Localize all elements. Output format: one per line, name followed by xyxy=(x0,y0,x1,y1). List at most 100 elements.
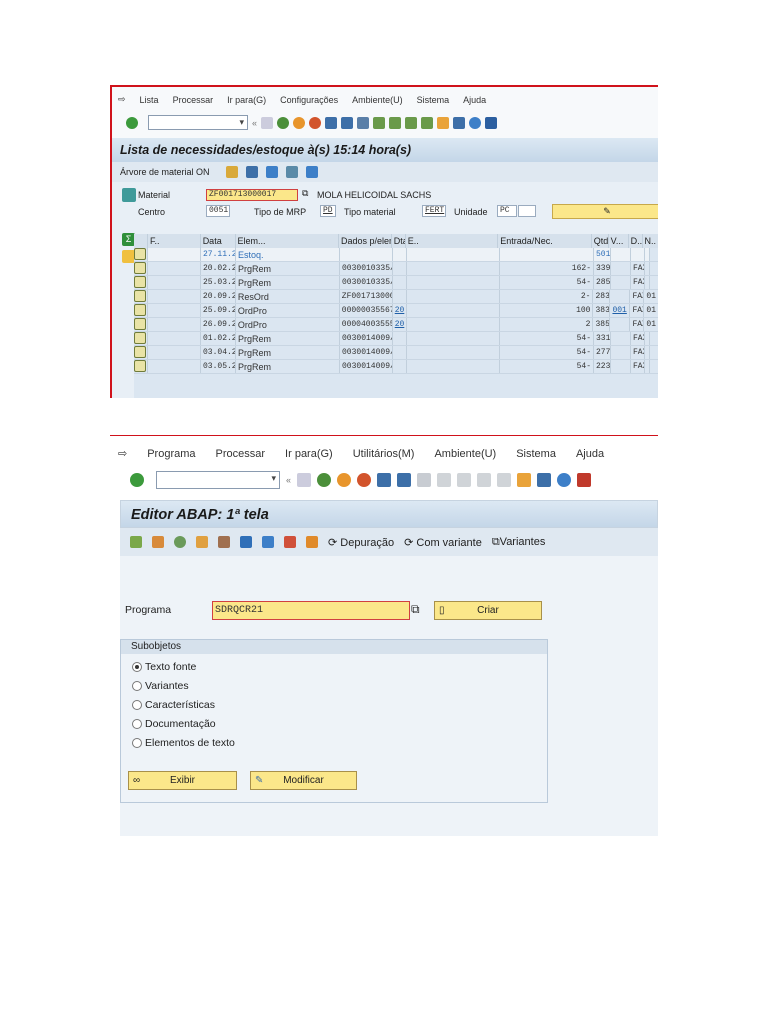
menu-ir-para[interactable]: Ir para(G) xyxy=(285,448,333,460)
exit-icon[interactable] xyxy=(337,473,352,487)
menu-sistema[interactable]: Sistema xyxy=(417,95,450,105)
column-header[interactable]: D... xyxy=(629,234,643,248)
radio-button[interactable] xyxy=(132,680,142,691)
cell-v[interactable] xyxy=(610,318,631,331)
column-header[interactable]: E.. xyxy=(406,234,499,248)
menu-sistema[interactable]: Sistema xyxy=(516,448,556,460)
debug-button[interactable]: ⟳ Depuração xyxy=(328,536,394,549)
back-icon[interactable] xyxy=(277,116,290,129)
collapse-icon[interactable]: « xyxy=(252,118,257,128)
column-header[interactable]: Data xyxy=(201,234,236,248)
menu-exit-icon[interactable]: ⇨ xyxy=(118,94,126,105)
tipo-mrp-field[interactable]: PD xyxy=(320,205,336,217)
rename-icon[interactable] xyxy=(306,536,318,548)
wizard-icon[interactable] xyxy=(152,536,164,548)
enter-icon[interactable] xyxy=(130,473,144,487)
hierarchy-icon[interactable] xyxy=(218,536,230,548)
row-detail-icon[interactable] xyxy=(134,332,148,345)
find-next-icon[interactable] xyxy=(357,116,370,129)
row-detail-icon[interactable] xyxy=(134,290,148,303)
details-icon[interactable] xyxy=(285,166,298,178)
change-button[interactable]: ✎ Modificar xyxy=(250,771,357,790)
table-row[interactable]: 20.02.2022PrgRem0030010335/000005/0.. 162… xyxy=(134,262,658,276)
menu-programa[interactable]: Programa xyxy=(147,448,195,460)
create-button[interactable]: ▯ Criar xyxy=(434,601,542,620)
help-icon[interactable] xyxy=(557,473,572,487)
table-row[interactable]: 03.05.2024PrgRem0030014009/000010/0.. 54-… xyxy=(134,360,658,374)
radio-option[interactable]: Elementos de texto xyxy=(132,733,547,752)
table-row[interactable]: 01.02.2024PrgRem0030014009/000010/0.. 54-… xyxy=(134,332,658,346)
help-icon[interactable] xyxy=(469,116,482,129)
menu-processar[interactable]: Processar xyxy=(216,448,266,460)
new-session-icon[interactable] xyxy=(437,116,450,129)
cell-dta-repro[interactable] xyxy=(393,276,407,289)
copy-field-icon[interactable]: ⧉ xyxy=(411,602,420,617)
material-tree-button[interactable]: Árvore de material ON xyxy=(120,167,210,177)
cell-v[interactable] xyxy=(611,248,631,261)
table-row[interactable]: 20.09.2023ResOrdZF001713000017 2-283 FAX01 xyxy=(134,290,658,304)
object-list-icon[interactable] xyxy=(130,536,142,548)
cancel-icon[interactable] xyxy=(309,116,322,129)
new-session-icon[interactable] xyxy=(517,473,532,487)
with-variant-button[interactable]: ⟳ Com variante xyxy=(404,536,482,549)
row-detail-icon[interactable] xyxy=(134,360,148,373)
row-detail-icon[interactable] xyxy=(134,262,148,275)
cell-v[interactable] xyxy=(611,332,631,345)
where-used-icon[interactable] xyxy=(196,536,208,548)
cell-v[interactable] xyxy=(611,262,631,275)
enter-icon[interactable] xyxy=(126,116,138,129)
next-page-icon[interactable] xyxy=(405,116,418,129)
column-header[interactable]: Dados p/elemento MRP xyxy=(339,234,392,248)
next-page-icon[interactable] xyxy=(477,473,492,487)
cell-v[interactable] xyxy=(611,276,631,289)
row-detail-icon[interactable] xyxy=(134,276,148,289)
table-row[interactable]: 25.03.2022PrgRem0030010335/000005/0.. 54-… xyxy=(134,276,658,290)
row-detail-icon[interactable] xyxy=(134,318,148,331)
menu-ajuda[interactable]: Ajuda xyxy=(576,448,604,460)
command-field[interactable] xyxy=(148,115,248,130)
radio-option[interactable]: Texto fonte xyxy=(132,657,547,676)
cell-dta-repro[interactable] xyxy=(393,332,407,345)
copy-icon[interactable] xyxy=(284,536,296,548)
cell-v[interactable] xyxy=(611,346,631,359)
prev-page-icon[interactable] xyxy=(389,116,402,129)
radio-button[interactable] xyxy=(132,718,142,729)
menu-ambiente[interactable]: Ambiente(U) xyxy=(352,95,403,105)
radio-button[interactable] xyxy=(132,737,142,748)
info-icon[interactable] xyxy=(240,536,252,548)
settings-icon[interactable] xyxy=(305,166,318,178)
row-detail-icon[interactable] xyxy=(134,248,148,261)
filter-icon[interactable] xyxy=(265,166,278,178)
cell-dta-repro[interactable] xyxy=(393,262,407,275)
find-next-icon[interactable] xyxy=(417,473,432,487)
column-header[interactable]: Entrada/Nec. xyxy=(498,234,592,248)
cancel-icon[interactable] xyxy=(357,473,372,487)
display-button[interactable]: ∞ Exibir xyxy=(128,771,237,790)
program-input[interactable]: SDRQCR21 xyxy=(212,601,410,620)
delete-icon[interactable] xyxy=(262,536,274,548)
menu-ajuda[interactable]: Ajuda xyxy=(463,95,486,105)
table-row[interactable]: 26.09.2023OrdPro000040035557/ZP04/LI20 23… xyxy=(134,318,658,332)
cell-dta-repro[interactable] xyxy=(393,248,407,261)
column-header[interactable]: Elem... xyxy=(236,234,339,248)
refresh-icon[interactable] xyxy=(245,166,258,178)
cell-v[interactable]: 001 xyxy=(610,304,631,317)
find-icon[interactable] xyxy=(341,116,354,129)
menu-processar[interactable]: Processar xyxy=(173,95,214,105)
menu-configuracoes[interactable]: Configurações xyxy=(280,95,338,105)
last-page-icon[interactable] xyxy=(497,473,512,487)
menu-ir-para[interactable]: Ir para(G) xyxy=(227,95,266,105)
save-icon[interactable] xyxy=(297,473,312,487)
first-page-icon[interactable] xyxy=(373,116,386,129)
row-detail-icon[interactable] xyxy=(134,304,148,317)
material-input[interactable]: ZF001713000017 xyxy=(206,189,298,201)
column-header[interactable]: Dta.repro... xyxy=(392,234,406,248)
radio-option[interactable]: Variantes xyxy=(132,676,547,695)
tipo-material-field[interactable]: FERT xyxy=(422,205,446,217)
last-page-icon[interactable] xyxy=(421,116,434,129)
column-header[interactable]: Qtd.disponível xyxy=(592,234,609,248)
material-tree-icon[interactable] xyxy=(122,188,136,202)
first-page-icon[interactable] xyxy=(437,473,452,487)
column-header[interactable]: F.. xyxy=(148,234,201,248)
cell-dta-repro[interactable] xyxy=(393,346,407,359)
